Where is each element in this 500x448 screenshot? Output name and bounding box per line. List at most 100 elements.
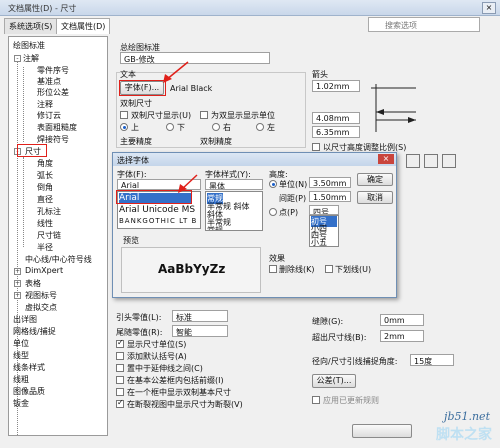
add-parentheses-checkbox[interactable] <box>116 352 124 360</box>
dialog-close-button[interactable]: × <box>378 154 394 164</box>
tree-item-sheet-metal[interactable]: 钣金 <box>13 398 29 409</box>
trailing-zero-label: 尾随零值(R): <box>116 328 163 337</box>
dual-units-checkbox[interactable] <box>200 111 208 119</box>
primary-precision-label: 主要精度 <box>120 137 152 146</box>
style-option[interactable]: 常规 <box>207 225 223 230</box>
show-units-checkbox[interactable] <box>116 338 124 348</box>
tree-item-hole-callout[interactable]: 孔标注 <box>37 206 61 217</box>
broken-view-checkbox[interactable] <box>116 398 124 408</box>
strikethrough-checkbox[interactable] <box>269 265 277 273</box>
dual-units-label: 为双显示显示单位 <box>211 111 275 120</box>
center-label: 置中于延伸线之间(C) <box>127 364 203 373</box>
preview-box: AaBbYyZz <box>121 247 261 293</box>
gap-label: 缝隙(G): <box>312 317 344 326</box>
point-size-list[interactable]: 初号 小四 四号 小五 <box>309 215 339 247</box>
dual-basic-label: 在一个框中显示双制基本尺寸 <box>127 388 231 397</box>
expand-icon[interactable]: + <box>14 280 21 287</box>
tree-item-line-style[interactable]: 线条样式 <box>13 362 45 373</box>
prefix-checkbox[interactable] <box>116 376 124 384</box>
tab-system-options[interactable]: 系统选项(S) <box>4 18 58 34</box>
apply-rules-label: 应用已更新规则 <box>323 396 379 405</box>
dual-show-checkbox[interactable] <box>120 111 128 119</box>
unit-height-field[interactable]: 3.50mm <box>309 177 351 188</box>
tree-item-grid-snap[interactable]: 网格线/捕捉 <box>13 326 56 337</box>
tab-document-properties[interactable]: 文档属性(D) <box>56 18 111 34</box>
tree-item-line-thickness[interactable]: 线粗 <box>13 374 29 385</box>
radial-snap-label: 径向/尺寸引线捕捉角度: <box>312 357 398 366</box>
overshoot-label: 超出尺寸线(B): <box>312 333 367 342</box>
arrow-style-icon[interactable] <box>406 154 420 168</box>
point-radio-label: 点(P) <box>279 208 299 217</box>
trailing-zero-select[interactable]: 智能 <box>172 325 228 337</box>
dialog-ok-button[interactable]: 确定 <box>357 173 393 186</box>
point-radio[interactable] <box>269 208 277 216</box>
size-option[interactable]: 小五 <box>311 237 327 246</box>
watermark-brand: 脚本之家 <box>436 427 492 443</box>
radio-left[interactable] <box>256 123 264 131</box>
point-size-input[interactable]: 四号 <box>309 205 339 215</box>
highlight-annotation <box>17 144 47 157</box>
spacing-field[interactable]: 1.50mm <box>309 191 351 202</box>
tree-item-datum[interactable]: 基准点 <box>37 76 61 87</box>
tree-item-note[interactable]: 注释 <box>37 99 53 110</box>
leading-zero-select[interactable]: 标准 <box>172 310 228 322</box>
apply-rules-checkbox[interactable] <box>312 396 320 404</box>
tree-item-tables[interactable]: 表格 <box>25 278 41 289</box>
options-tree: 绘图标准 - 注解 零件序号 基准点 形位公差 注释 修订云 表面粗糙度 焊接符… <box>8 36 108 436</box>
annotation-arrow <box>178 174 198 193</box>
search-input[interactable]: 搜索选项 <box>368 17 480 32</box>
tolerance-button[interactable]: 公差(T)... <box>312 374 356 388</box>
font-option[interactable]: Arial Unicode MS <box>119 205 195 215</box>
font-style-input[interactable]: 黑体 <box>205 179 263 190</box>
radio-top[interactable] <box>120 123 128 131</box>
radio-right[interactable] <box>212 123 220 131</box>
arrow-size-3[interactable]: 6.35mm <box>312 126 360 138</box>
expand-icon[interactable]: + <box>14 292 21 299</box>
radio-bottom[interactable] <box>166 123 174 131</box>
font-style-list[interactable]: 常规 半常规 斜体 斜体 半常规 常规 <box>205 191 263 231</box>
center-checkbox[interactable] <box>116 364 124 372</box>
tree-item-units[interactable]: 单位 <box>13 338 29 349</box>
strikethrough-label: 删除线(K) <box>279 265 315 274</box>
font-option[interactable]: BANKGOTHIC LT B <box>119 217 197 225</box>
arrow-size-1[interactable]: 1.02mm <box>312 80 360 92</box>
tree-item-linear[interactable]: 线性 <box>37 218 53 229</box>
tree-item-virtual-sharp[interactable]: 虚拟交点 <box>25 302 57 313</box>
tree-item-gtol[interactable]: 形位公差 <box>37 87 69 98</box>
close-button[interactable]: × <box>482 2 496 14</box>
tree-item-radius[interactable]: 半径 <box>37 242 53 253</box>
arrow-size-2[interactable]: 4.08mm <box>312 112 360 124</box>
tree-item-chamfer[interactable]: 倒角 <box>37 182 53 193</box>
tree-item-balloon[interactable]: 零件序号 <box>37 65 69 76</box>
tree-item-diameter[interactable]: 直径 <box>37 194 53 205</box>
ok-button-main[interactable] <box>352 424 412 438</box>
arrow-scale-checkbox[interactable] <box>312 143 320 151</box>
tree-item-surface-finish[interactable]: 表面粗糙度 <box>37 122 77 133</box>
tree-item-dimxpert[interactable]: DimXpert <box>25 266 63 275</box>
tree-item-drawing-standard[interactable]: 绘图标准 <box>13 40 45 51</box>
dialog-title: 选择字体 <box>117 156 149 165</box>
tree-item-angle[interactable]: 角度 <box>37 158 53 169</box>
tree-item-image-quality[interactable]: 图像品质 <box>13 386 45 397</box>
underline-checkbox[interactable] <box>325 265 333 273</box>
unit-radio-label: 单位(N) <box>279 180 308 189</box>
gap-field[interactable]: 0mm <box>380 314 424 326</box>
radio-bottom-label: 下 <box>177 123 185 132</box>
unit-radio[interactable] <box>269 180 277 188</box>
tree-item-revision-cloud[interactable]: 修订云 <box>37 110 61 121</box>
tree-item-arc-length[interactable]: 弧长 <box>37 170 53 181</box>
tree-item-detailing[interactable]: 出详图 <box>13 314 37 325</box>
overshoot-field[interactable]: 2mm <box>380 330 424 342</box>
expand-icon[interactable]: + <box>14 268 21 275</box>
tree-item-view-labels[interactable]: 视图标号 <box>25 290 57 301</box>
arrow-style-icon[interactable] <box>424 154 438 168</box>
tree-item-ordinate[interactable]: 尺寸链 <box>37 230 61 241</box>
collapse-icon[interactable]: - <box>14 55 21 62</box>
tree-item-line-font[interactable]: 线型 <box>13 350 29 361</box>
dialog-cancel-button[interactable]: 取消 <box>357 191 393 204</box>
tree-item-annotation[interactable]: 注解 <box>23 53 39 64</box>
dual-basic-checkbox[interactable] <box>116 388 124 396</box>
tree-item-centerline[interactable]: 中心线/中心符号线 <box>25 254 92 265</box>
radial-snap-field[interactable]: 15度 <box>410 354 454 366</box>
arrow-style-icon[interactable] <box>442 154 456 168</box>
